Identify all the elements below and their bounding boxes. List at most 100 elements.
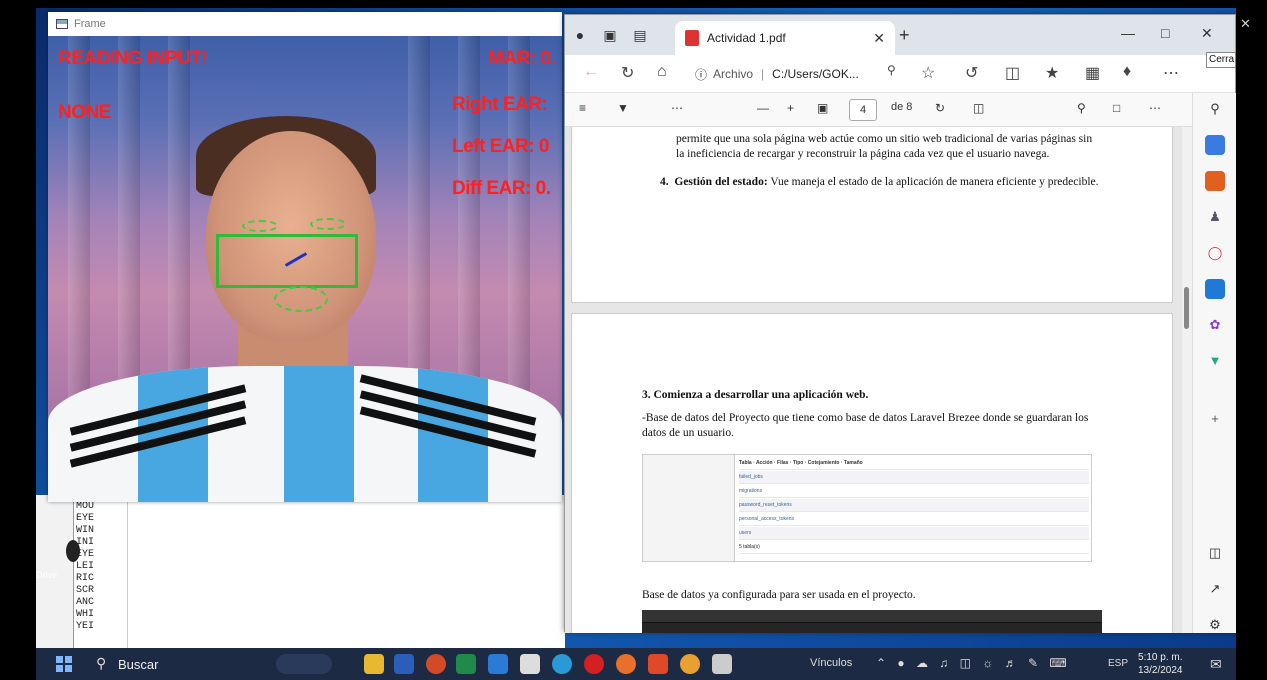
reading-input-text: READING INPUT! [58,48,208,69]
db-table-row: password_reset_tokens [739,499,1089,512]
file-app-icon[interactable] [712,654,732,674]
start-button[interactable] [56,656,72,672]
settings-gear-icon[interactable]: ⚙ [1205,615,1225,635]
notifications-icon[interactable]: ✉ [1210,656,1222,673]
item-text: Vue maneja el estado de la aplicación de… [770,176,1099,188]
pdf-more-icon[interactable]: ⋯ [1149,101,1161,115]
favorites-icon[interactable]: ★ [1045,63,1059,83]
brave-icon[interactable] [648,654,668,674]
db-table-row: failed_jobs [739,471,1089,484]
more-menu-icon[interactable]: ⋯ [1163,63,1179,83]
page-view-icon[interactable]: ◫ [973,101,984,115]
workspaces-icon[interactable]: ▣ [595,15,625,55]
tab-title: Actividad 1.pdf [707,31,786,45]
add-sidebar-icon[interactable]: + [1205,409,1225,429]
page-number-input[interactable]: 4 [849,99,877,121]
zoom-in-button[interactable]: + [787,101,794,115]
home-icon[interactable]: ⌂ [657,63,667,81]
pdf-viewer[interactable]: permite que una sola página web actúe co… [565,127,1182,633]
favorite-star-icon[interactable]: ☆ [921,63,935,83]
editor-content-area[interactable] [128,495,565,655]
page-total: de 8 [891,101,913,113]
firefox-icon[interactable] [616,654,636,674]
office-icon[interactable]: ◯ [1205,243,1225,263]
close-window-button[interactable]: ✕ [1201,25,1213,42]
search-icon[interactable]: ⚲ [96,655,106,672]
toolbar-more-icon[interactable]: ⋯ [671,101,683,115]
taskbar-search[interactable]: Buscar [118,657,158,672]
pdf-line: datos de un usuario. [642,427,734,439]
links-toolbar[interactable]: Vínculos [810,657,852,669]
rotate-icon[interactable]: ↻ [935,101,945,115]
pdf-icon [685,30,699,46]
db-tree [643,455,735,561]
refresh-icon[interactable]: ↻ [621,63,634,83]
excel-icon[interactable] [456,654,476,674]
mail-icon[interactable] [488,654,508,674]
language-indicator[interactable]: ESP [1108,658,1128,669]
store-icon[interactable] [520,654,540,674]
outlook-icon[interactable] [1205,279,1225,299]
clock[interactable]: 5:10 p. m. 13/2/2024 [1138,651,1183,677]
pdf-toolbar: ≡ ▼ ⋯ — + ▣ 4 de 8 ↻ ◫ ⚲ □ ⋯ [565,93,1235,127]
word-icon[interactable] [394,654,414,674]
left-ear-value: Left EAR: 0 [452,136,549,157]
new-tab-button[interactable]: + [899,25,910,46]
system-tray[interactable]: ⌃ ● ☁ ♫ ◫ ☼ ♬ ✎ ⌨ [876,656,1071,670]
zoom-icon[interactable]: ⚲ [887,63,896,77]
tab-actions-icon[interactable]: ▤ [625,15,655,55]
external-link-icon[interactable]: ↗ [1205,579,1225,599]
maximize-button[interactable]: □ [1161,25,1169,41]
frame-titlebar[interactable]: Frame [48,12,562,36]
viewer-close-icon[interactable]: ✕ [1240,16,1251,32]
save-icon[interactable]: □ [1113,101,1120,115]
sync-icon[interactable]: ↺ [965,63,978,83]
back-icon[interactable]: ← [583,63,599,81]
drive-desktop-icon[interactable]: Drive [36,540,80,590]
item-bold: Gestión del estado: [674,176,768,188]
screen: MOU EYE WIN INI EYE LEI RIC SCR ANC WHI … [0,0,1267,680]
powerpoint-icon[interactable] [426,654,446,674]
left-eye-landmarks [242,220,278,232]
tab-bar: ● ▣ ▤ Actividad 1.pdf ✕ + — □ ✕ [565,15,1235,55]
designer-icon[interactable]: ✿ [1205,315,1225,335]
opera-icon[interactable] [584,654,604,674]
section-heading: 3. Comienza a desarrollar una aplicación… [642,389,869,401]
address-field[interactable]: ⓘ Archivo | C:/Users/GOK... [695,61,915,87]
fit-page-icon[interactable]: ▣ [817,101,828,115]
edge-icon[interactable] [552,654,572,674]
camera-feed: READING INPUT! NONE MAR: 0. Right EAR: L… [48,36,562,502]
find-icon[interactable]: ⚲ [1077,101,1086,115]
games-icon[interactable]: ♟ [1205,207,1225,227]
minimize-button[interactable]: — [1121,25,1135,41]
drop-icon[interactable]: ▼ [1205,351,1225,371]
vscode-screenshot [642,610,1102,633]
tab-close-icon[interactable]: ✕ [873,30,885,47]
tab-actividad[interactable]: Actividad 1.pdf ✕ [675,21,895,55]
search-icon[interactable]: ⚲ [1205,99,1225,119]
draw-icon[interactable]: ▼ [617,101,629,115]
file-explorer-icon[interactable] [364,654,384,674]
frame-window[interactable]: Frame READING INPUT! NONE MAR: 0. Right … [48,12,562,502]
split-screen-icon[interactable]: ◫ [1005,63,1020,83]
browser-window[interactable]: ● ▣ ▤ Actividad 1.pdf ✕ + — □ ✕ ← ↻ ⌂ ⓘ … [564,14,1236,635]
collections-icon[interactable]: ▦ [1085,63,1100,83]
drive-icon [66,540,80,562]
sidebar-panel-icon[interactable]: ◫ [1205,543,1225,563]
pdf-scrollbar[interactable] [1182,127,1192,633]
shopping-tag-icon[interactable] [1205,135,1225,155]
scrollbar-thumb[interactable] [1184,287,1189,329]
diff-ear-value: Diff EAR: 0. [452,178,551,199]
clock-time: 5:10 p. m. [1138,652,1183,663]
tools-icon[interactable] [1205,171,1225,191]
contents-icon[interactable]: ≡ [579,101,586,115]
address-bar-row: ← ↻ ⌂ ⓘ Archivo | C:/Users/GOK... ⚲ ☆ ↺ … [565,55,1235,93]
app-hand-icon[interactable] [680,654,700,674]
copilot-icon[interactable] [276,654,332,674]
zoom-out-button[interactable]: — [757,101,769,115]
info-icon: ⓘ [695,67,708,82]
frame-title: Frame [74,18,106,30]
extensions-icon[interactable]: ♦ [1123,63,1131,81]
profile-icon[interactable]: ● [565,15,595,55]
database-screenshot: Tabla · Acción · Filas · Tipo · Cotejami… [642,454,1092,562]
